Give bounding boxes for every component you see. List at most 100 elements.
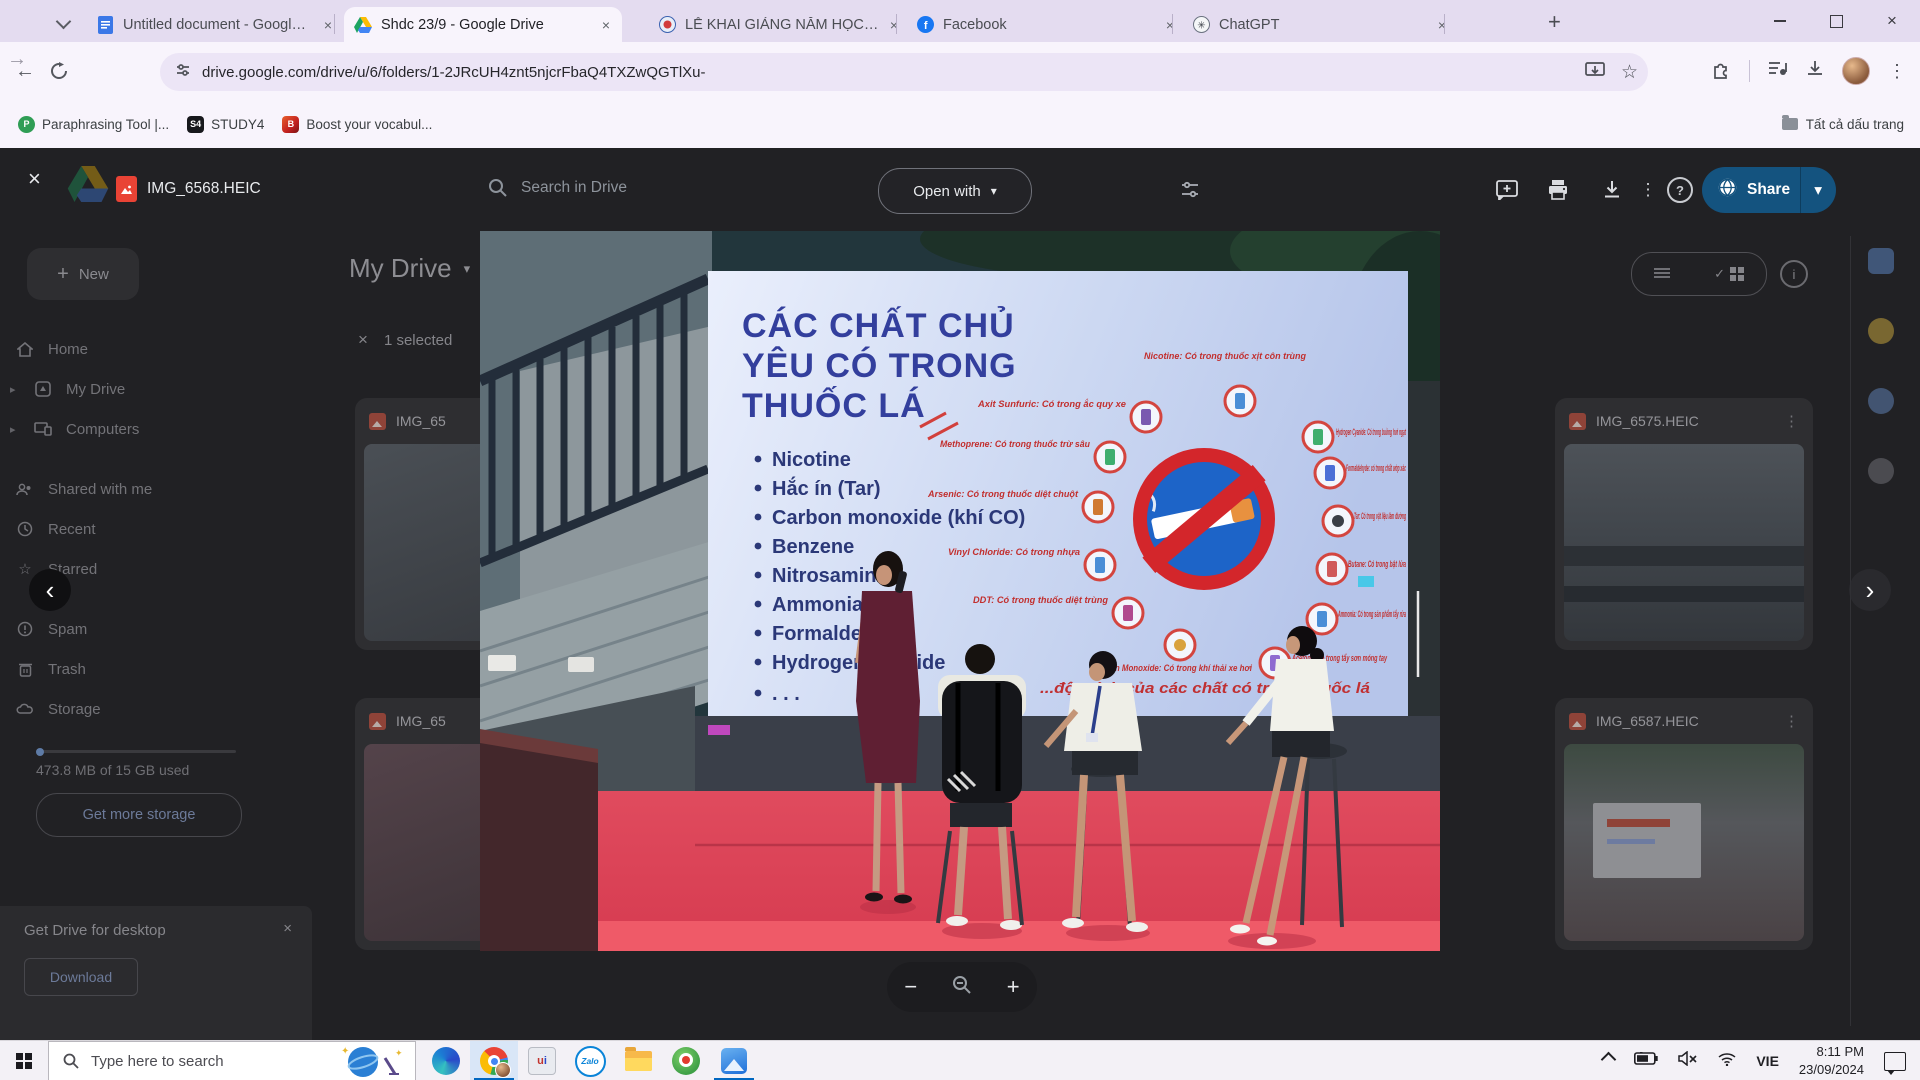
- drive-desktop-toast: Get Drive for desktop × Download: [0, 906, 312, 1040]
- omnibox[interactable]: drive.google.com/drive/u/6/folders/1-2JR…: [160, 53, 1648, 91]
- school-emblem-icon: [658, 16, 676, 34]
- previous-image-button[interactable]: ‹: [29, 569, 71, 611]
- toast-close-icon[interactable]: ×: [283, 920, 292, 937]
- taskbar-unikey[interactable]: ui: [518, 1041, 566, 1080]
- details-info-icon[interactable]: i: [1780, 260, 1808, 288]
- site-info-icon[interactable]: [174, 61, 192, 84]
- sidebar-item-home[interactable]: Home: [16, 329, 256, 369]
- sidebar-item-spam[interactable]: Spam: [16, 609, 256, 649]
- get-more-storage-button[interactable]: Get more storage: [36, 793, 242, 837]
- folder-icon: [1782, 118, 1798, 130]
- open-with-button[interactable]: Open with ▾: [878, 168, 1032, 214]
- language-indicator[interactable]: VIE: [1756, 1053, 1779, 1069]
- tab-search-icon[interactable]: [58, 14, 69, 32]
- clock[interactable]: 8:11 PM 23/09/2024: [1799, 1043, 1864, 1078]
- window-maximize-button[interactable]: [1808, 0, 1864, 42]
- tab-close-icon[interactable]: ×: [322, 16, 334, 34]
- browser-menu-icon[interactable]: ⋮: [1888, 61, 1906, 82]
- forward-button[interactable]: →: [0, 42, 34, 76]
- toast-download-button[interactable]: Download: [24, 958, 138, 996]
- sidebar-item-my-drive[interactable]: ▸ My Drive: [16, 369, 256, 409]
- contacts-panel-icon[interactable]: [1868, 458, 1894, 484]
- search-highlight-art[interactable]: ✦✦: [329, 1044, 409, 1080]
- grid-view-selected[interactable]: ✓: [1714, 266, 1744, 282]
- tab-close-icon[interactable]: ×: [888, 16, 900, 34]
- tab-school[interactable]: LỄ KHAI GIẢNG NĂM HỌC MỚI ×: [648, 7, 910, 42]
- new-tab-button[interactable]: +: [1548, 9, 1561, 35]
- zoom-in-button[interactable]: +: [1007, 974, 1020, 1000]
- sidebar-item-recent[interactable]: Recent: [16, 509, 256, 549]
- card-menu-icon[interactable]: ⋮: [1784, 712, 1799, 730]
- download-icon[interactable]: [1590, 168, 1634, 212]
- drive-search[interactable]: Search in Drive: [488, 178, 627, 197]
- window-minimize-button[interactable]: [1752, 0, 1808, 42]
- start-button[interactable]: [0, 1041, 48, 1080]
- no-smoking-sign: [1135, 455, 1268, 583]
- tasks-panel-icon[interactable]: [1868, 388, 1894, 414]
- expander-icon[interactable]: ▸: [10, 383, 20, 396]
- sidebar-item-storage[interactable]: Storage: [16, 689, 256, 729]
- extensions-icon[interactable]: [1711, 59, 1731, 84]
- media-controls-icon[interactable]: [1768, 61, 1788, 82]
- drive-new-button[interactable]: + New: [27, 248, 139, 300]
- more-actions-icon[interactable]: ⋮: [1638, 168, 1658, 212]
- profile-avatar[interactable]: [1842, 57, 1870, 85]
- search-filter-icon[interactable]: [1168, 168, 1212, 212]
- card-menu-icon[interactable]: ⋮: [1784, 412, 1799, 430]
- clear-selection-icon[interactable]: ×: [358, 330, 368, 350]
- taskbar-coccoc[interactable]: [662, 1041, 710, 1080]
- window-close-button[interactable]: ×: [1864, 0, 1920, 42]
- taskbar-zalo[interactable]: Zalo: [566, 1041, 614, 1080]
- tab-close-icon[interactable]: ×: [1164, 16, 1176, 34]
- help-icon[interactable]: ?: [1658, 168, 1702, 212]
- file-card[interactable]: IMG_6587.HEIC ⋮: [1555, 698, 1813, 950]
- share-caret-button[interactable]: ▾: [1801, 181, 1835, 200]
- expander-icon[interactable]: ▸: [10, 423, 20, 436]
- share-button[interactable]: Share ▾: [1702, 167, 1836, 213]
- tab-close-icon[interactable]: ×: [1436, 16, 1448, 34]
- print-icon[interactable]: [1536, 168, 1580, 212]
- taskbar-search[interactable]: Type here to search ✦✦: [48, 1041, 416, 1080]
- calendar-panel-icon[interactable]: [1868, 248, 1894, 274]
- taskbar-chrome-active[interactable]: [470, 1041, 518, 1080]
- tab-close-icon[interactable]: ×: [600, 16, 612, 34]
- file-name: IMG_6575.HEIC: [1596, 413, 1774, 429]
- sidebar-item-shared[interactable]: Shared with me: [16, 469, 256, 509]
- reload-button[interactable]: [42, 54, 76, 88]
- tab-drive-active[interactable]: Shdc 23/9 - Google Drive ×: [344, 7, 622, 42]
- list-view-icon[interactable]: [1654, 267, 1670, 282]
- notification-center-icon[interactable]: [1884, 1052, 1906, 1071]
- next-image-button[interactable]: ›: [1849, 569, 1891, 611]
- svg-text:Vinyl Chloride: Có trong nhựa: Vinyl Chloride: Có trong nhựa: [948, 547, 1080, 557]
- taskbar-photos-active[interactable]: [710, 1041, 758, 1080]
- keep-panel-icon[interactable]: [1868, 318, 1894, 344]
- volume-muted-icon[interactable]: [1678, 1051, 1698, 1071]
- tab-chatgpt[interactable]: ✳ ChatGPT ×: [1182, 7, 1458, 42]
- bookmark-study4[interactable]: S4 STUDY4: [187, 116, 264, 133]
- battery-icon[interactable]: [1634, 1052, 1658, 1070]
- file-card[interactable]: IMG_6575.HEIC ⋮: [1555, 398, 1813, 650]
- svg-text:Nicotine: Có trong thuốc xịt c: Nicotine: Có trong thuốc xịt côn trùng: [1144, 351, 1307, 361]
- close-preview-icon[interactable]: ×: [28, 166, 41, 192]
- install-app-icon[interactable]: [1585, 61, 1605, 84]
- tray-expand-icon[interactable]: [1603, 1052, 1614, 1070]
- add-comment-icon[interactable]: [1485, 168, 1529, 212]
- tab-facebook[interactable]: f Facebook ×: [906, 7, 1186, 42]
- taskbar-edge[interactable]: [422, 1041, 470, 1080]
- bookmark-star-icon[interactable]: ☆: [1621, 61, 1638, 84]
- layout-toggle[interactable]: ✓: [1631, 252, 1767, 296]
- bookmark-paraphrasing[interactable]: P Paraphrasing Tool |...: [18, 116, 169, 133]
- bookmark-vocab[interactable]: B Boost your vocabul...: [282, 116, 432, 133]
- network-icon[interactable]: [1718, 1052, 1736, 1071]
- zoom-out-button[interactable]: −: [904, 974, 917, 1000]
- photo-preview[interactable]: CÁC CHẤT CHỦ YÊU CÓ TRONG THUỐC LÁ Nicot…: [480, 231, 1440, 951]
- svg-text:Ammonia: Có trong sản phẩm tẩy: Ammonia: Có trong sản phẩm tẩy rửa: [1338, 609, 1406, 619]
- downloads-icon[interactable]: [1806, 60, 1824, 83]
- url-text[interactable]: drive.google.com/drive/u/6/folders/1-2JR…: [202, 64, 706, 81]
- sidebar-item-trash[interactable]: Trash: [16, 649, 256, 689]
- tab-docs[interactable]: Untitled document - Google Do ×: [86, 7, 344, 42]
- all-bookmarks-button[interactable]: Tất cả dấu trang: [1782, 117, 1904, 132]
- sidebar-item-computers[interactable]: ▸ Computers: [16, 409, 256, 449]
- taskbar-explorer[interactable]: [614, 1041, 662, 1080]
- svg-text:✦: ✦: [395, 1048, 403, 1058]
